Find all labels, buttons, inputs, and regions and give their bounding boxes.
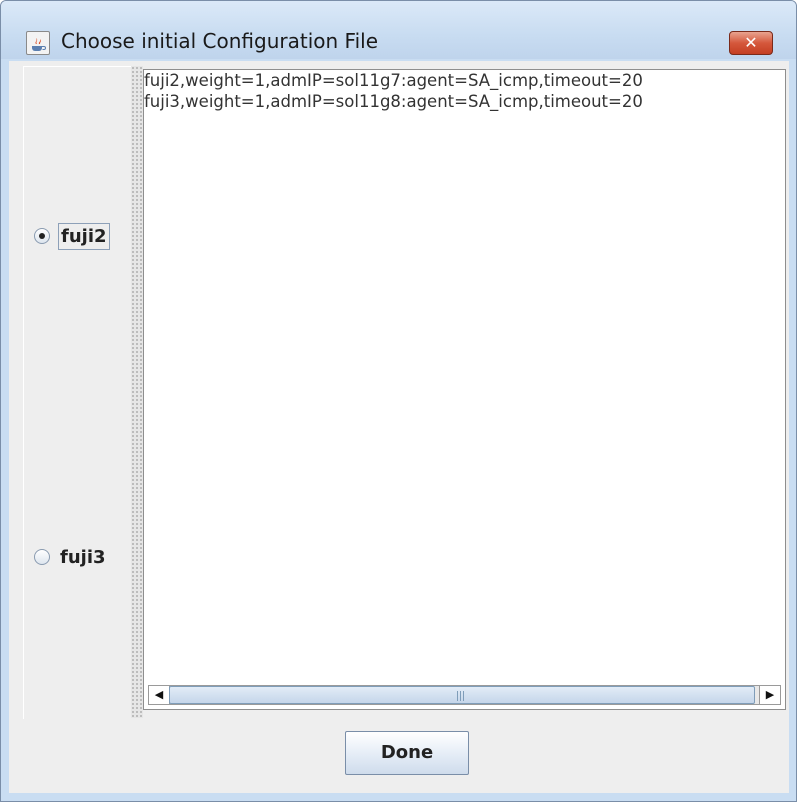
scroll-right-arrow-icon[interactable]: ▶: [759, 686, 780, 704]
window-title: Choose initial Configuration File: [61, 29, 379, 53]
config-line: fuji3,weight=1,admIP=sol11g8:agent=SA_ic…: [144, 92, 643, 111]
done-button[interactable]: Done: [345, 731, 469, 775]
dialog-window: Choose initial Configuration File ✕ fuji…: [0, 0, 797, 802]
radio-option-fuji2[interactable]: fuji2: [34, 219, 110, 253]
config-text-pane[interactable]: fuji2,weight=1,admIP=sol11g7:agent=SA_ic…: [143, 69, 786, 710]
close-button[interactable]: ✕: [729, 31, 773, 55]
radio-label-fuji3[interactable]: fuji3: [58, 545, 108, 570]
scroll-left-arrow-icon[interactable]: ◀: [149, 686, 170, 704]
split-pane-divider[interactable]: [131, 66, 143, 718]
horizontal-scrollbar[interactable]: ◀ ▶: [148, 685, 781, 705]
config-line: fuji2,weight=1,admIP=sol11g7:agent=SA_ic…: [144, 71, 643, 90]
radio-button-unselected[interactable]: [34, 549, 50, 565]
radio-button-selected[interactable]: [34, 228, 50, 244]
java-cup-icon: [26, 31, 50, 55]
config-text-area[interactable]: fuji2,weight=1,admIP=sol11g7:agent=SA_ic…: [144, 70, 785, 684]
button-bar: Done: [9, 719, 789, 793]
radio-option-fuji3[interactable]: fuji3: [34, 540, 108, 574]
node-selector-panel: fuji2 fuji3: [23, 66, 131, 719]
radio-label-fuji2[interactable]: fuji2: [58, 222, 110, 250]
title-bar[interactable]: Choose initial Configuration File ✕: [1, 1, 796, 59]
close-icon: ✕: [744, 33, 758, 52]
grip-icon: [457, 691, 465, 701]
dialog-content: fuji2 fuji3 fuji2,weight=1,admIP=sol11g7…: [9, 61, 789, 793]
scrollbar-thumb[interactable]: [169, 686, 755, 704]
